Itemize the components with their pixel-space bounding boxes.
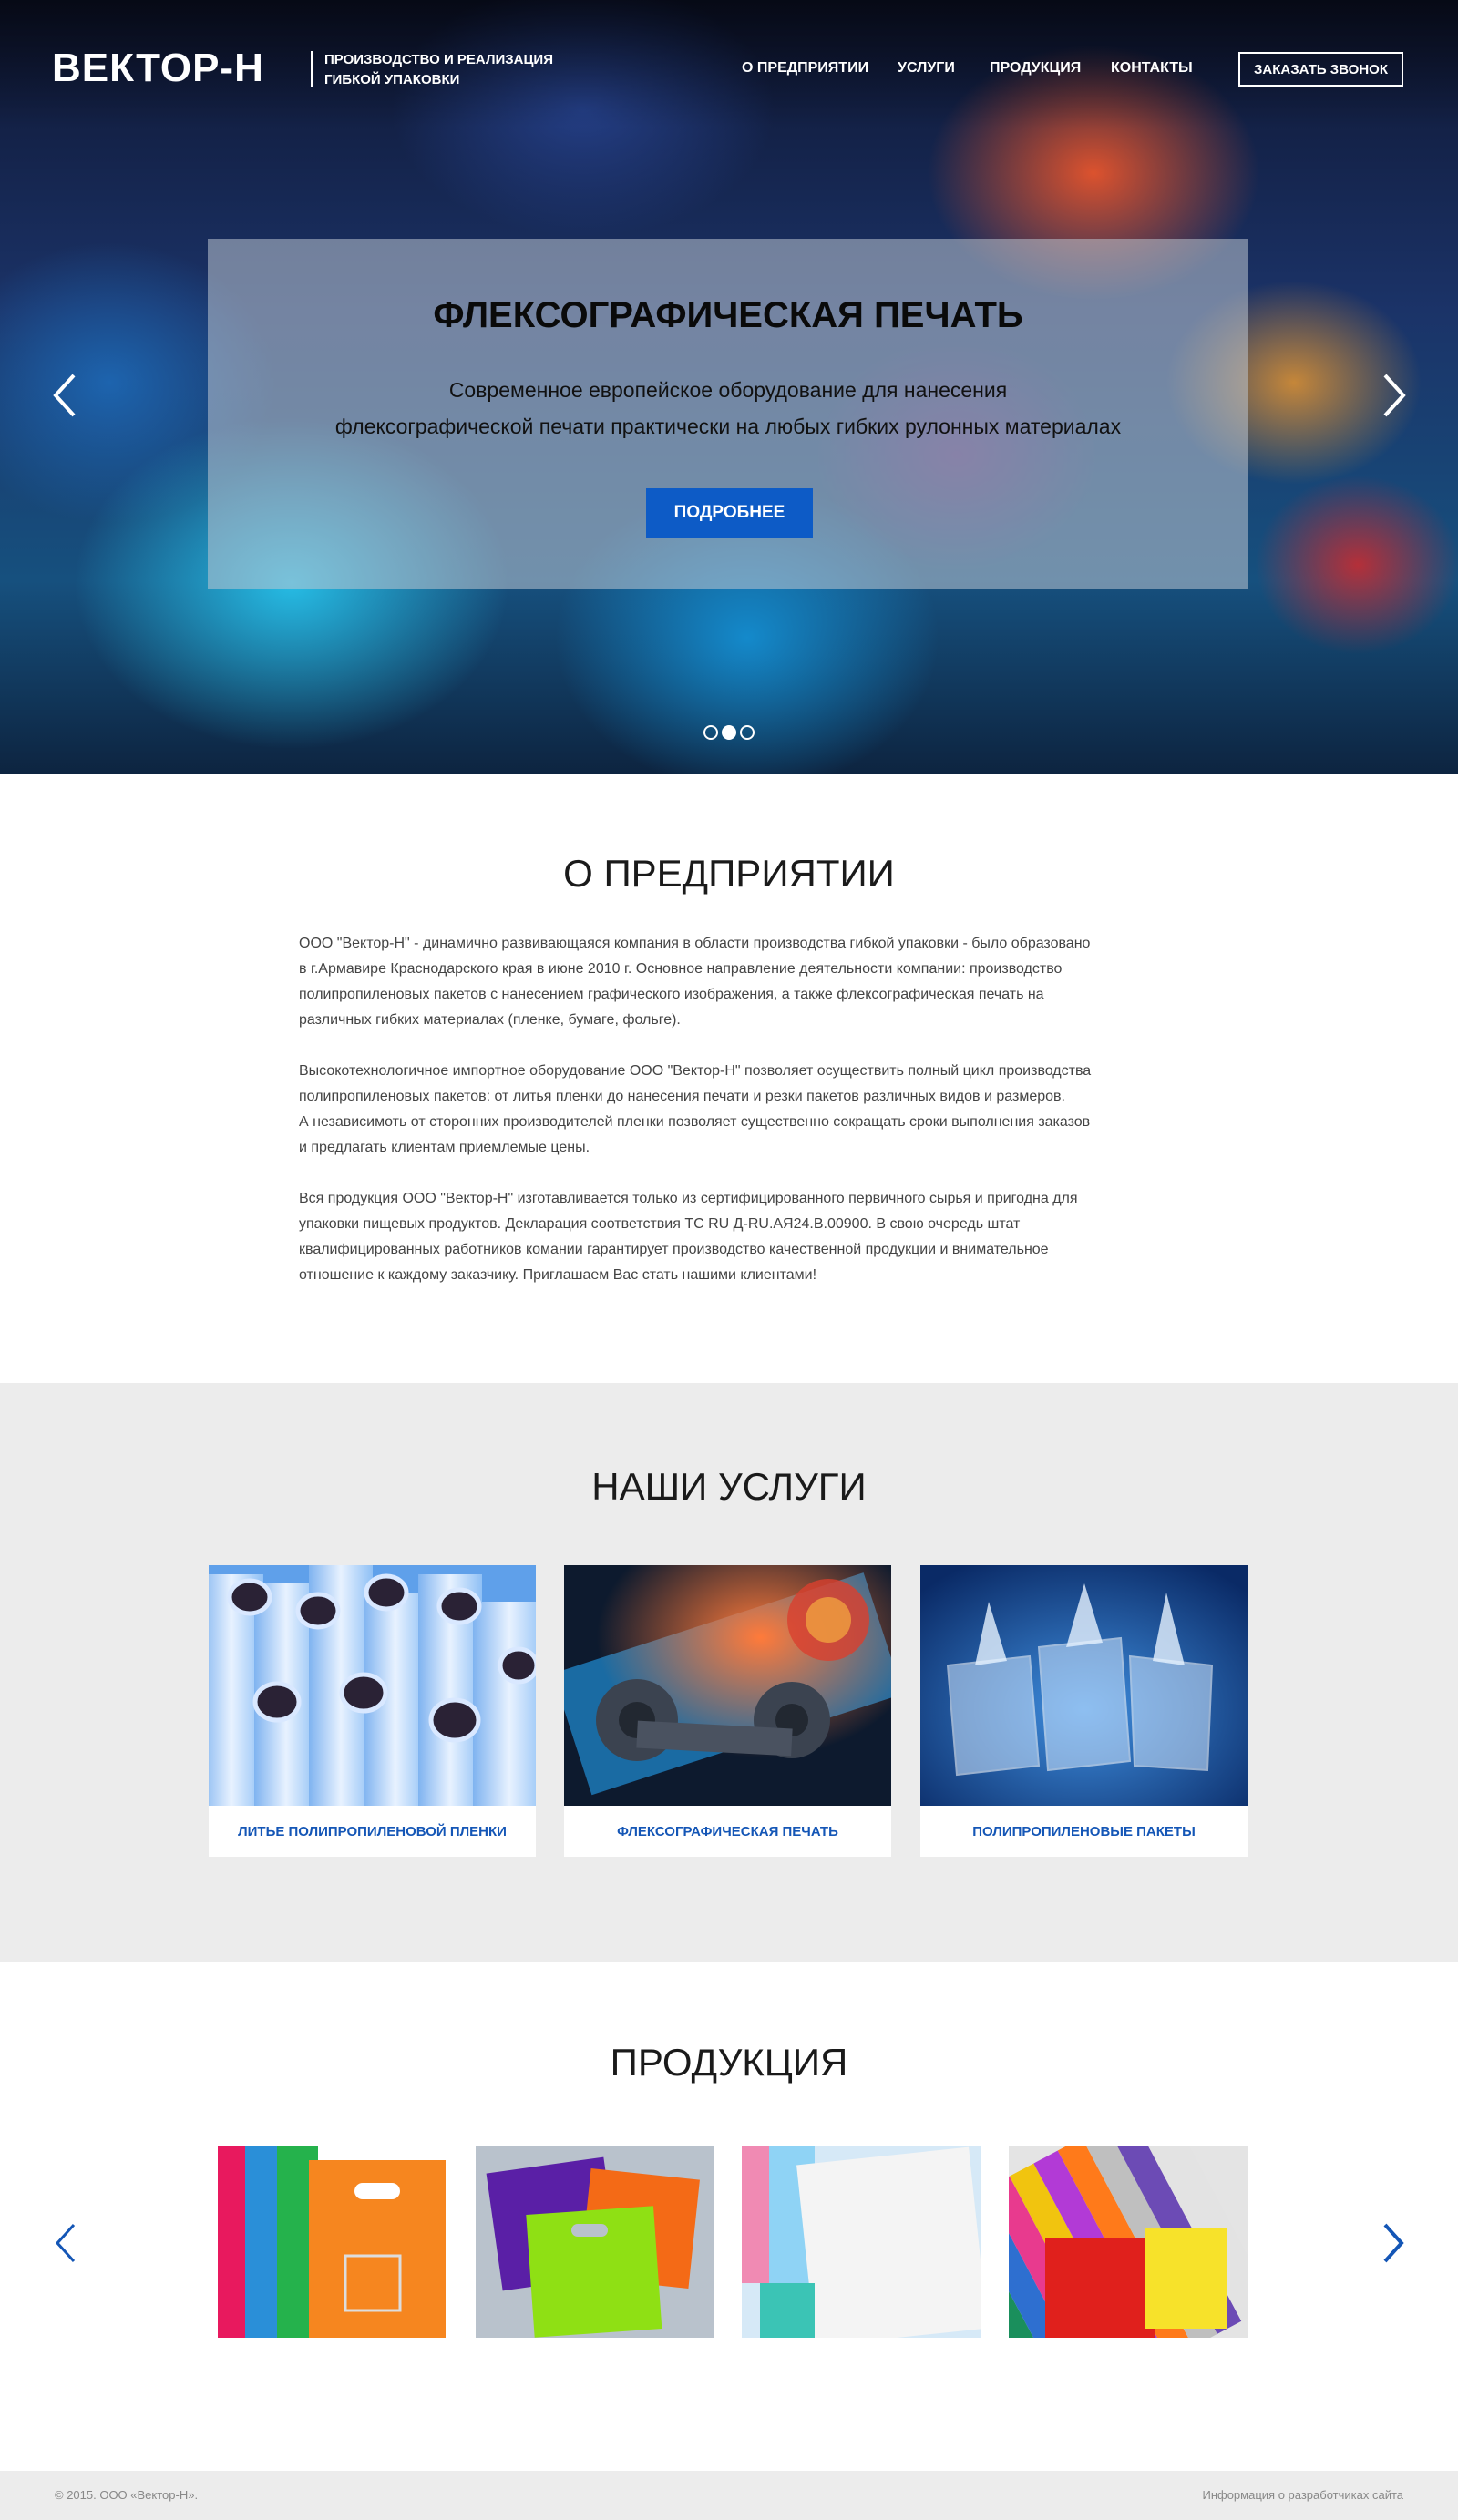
products-prev-arrow[interactable]	[48, 2218, 85, 2269]
slider-next-arrow[interactable]	[1374, 370, 1411, 421]
site-tagline: ПРОИЗВОДСТВО И РЕАЛИЗАЦИЯ ГИБКОЙ УПАКОВК…	[324, 50, 561, 90]
slide-caption-box: ФЛЕКСОГРАФИЧЕСКАЯ ПЕЧАТЬ Современное евр…	[208, 239, 1248, 589]
nav-item-about[interactable]: О ПРЕДПРИЯТИИ	[742, 60, 868, 77]
about-line: и предлагать клиентам приемлемые цены.	[299, 1140, 590, 1155]
about-line: ООО "Вектор-Н" - динамично развивающаяся…	[299, 936, 1091, 951]
slide-subtitle-line-1: Современное европейское оборудование для…	[448, 378, 1008, 402]
more-details-button[interactable]: ПОДРОБНЕЕ	[646, 488, 813, 538]
service-image-film	[209, 1565, 536, 1806]
nav-item-products[interactable]: ПРОДУКЦИЯ	[990, 60, 1081, 77]
about-title: О ПРЕДПРИЯТИИ	[563, 852, 895, 895]
about-line: полипропиленовых пакетов с нанесением гр…	[299, 987, 1044, 1002]
chevron-right-icon	[1383, 374, 1406, 417]
service-label-film: ЛИТЬЕ ПОЛИПРОПИЛЕНОВОЙ ПЛЕНКИ	[238, 1823, 507, 1839]
about-line: в г.Армавире Краснодарского края в июне …	[299, 961, 1063, 977]
about-line: квалифицированных работников комании гар…	[299, 1242, 1049, 1257]
service-card-film[interactable]: ЛИТЬЕ ПОЛИПРОПИЛЕНОВОЙ ПЛЕНКИ	[209, 1565, 536, 1857]
about-line: Вся продукция ООО "Вектор-Н" изготавлива…	[299, 1191, 1078, 1206]
developer-info-link[interactable]: Информация о разработчиках сайта	[1202, 2488, 1403, 2502]
slider-prev-arrow[interactable]	[48, 370, 85, 421]
product-item-2[interactable]	[476, 2146, 714, 2338]
about-line: упаковки пищевых продуктов. Декларация с…	[299, 1216, 1021, 1232]
slider-dot-3[interactable]	[740, 725, 755, 740]
footer-copyright: © 2015. ООО «Вектор-Н».	[55, 2488, 199, 2502]
about-line: отношение к каждому заказчику. Приглашае…	[299, 1267, 817, 1283]
chevron-left-icon	[55, 2223, 76, 2263]
site-footer: © 2015. ООО «Вектор-Н». Информация о раз…	[0, 2471, 1458, 2520]
slide-subtitle: Современное европейское оборудование для…	[262, 372, 1194, 445]
chevron-right-icon	[1383, 2223, 1404, 2263]
nav-item-contacts[interactable]: КОНТАКТЫ	[1111, 60, 1193, 77]
about-line: А независимоть от сторонних производител…	[299, 1114, 1091, 1130]
order-call-button[interactable]: ЗАКАЗАТЬ ЗВОНОК	[1238, 52, 1403, 87]
services-title: НАШИ УСЛУГИ	[591, 1465, 867, 1508]
hero-slider: ВЕКТОР-Н ПРОИЗВОДСТВО И РЕАЛИЗАЦИЯ ГИБКО…	[0, 0, 1458, 774]
products-next-arrow[interactable]	[1374, 2218, 1411, 2269]
slider-dot-2[interactable]	[722, 725, 736, 740]
about-paragraph-2: Высокотехнологичное импортное оборудован…	[299, 1059, 1159, 1161]
product-item-4[interactable]	[1009, 2146, 1248, 2338]
about-paragraph-3: Вся продукция ООО "Вектор-Н" изготавлива…	[299, 1186, 1159, 1288]
about-paragraph-1: ООО "Вектор-Н" - динамично развивающаяся…	[299, 931, 1159, 1033]
site-logo[interactable]: ВЕКТОР-Н	[52, 46, 264, 91]
slide-subtitle-line-2: флексографической печати практически на …	[334, 415, 1122, 438]
service-label-bags: ПОЛИПРОПИЛЕНОВЫЕ ПАКЕТЫ	[972, 1823, 1196, 1839]
product-item-1[interactable]	[209, 2146, 447, 2338]
about-text: ООО "Вектор-Н" - динамично развивающаяся…	[299, 931, 1159, 1314]
products-title: ПРОДУКЦИЯ	[610, 2041, 848, 2084]
service-card-printing[interactable]: ФЛЕКСОГРАФИЧЕСКАЯ ПЕЧАТЬ	[564, 1565, 891, 1857]
service-image-printing	[564, 1565, 891, 1806]
service-image-bags	[920, 1565, 1248, 1806]
about-line: Высокотехнологичное импортное оборудован…	[299, 1063, 1092, 1079]
about-line: различных гибких материалах (пленке, бум…	[299, 1012, 681, 1028]
tagline-line-2: ГИБКОЙ УПАКОВКИ	[324, 72, 460, 87]
nav-item-services[interactable]: УСЛУГИ	[898, 60, 955, 77]
service-label-printing: ФЛЕКСОГРАФИЧЕСКАЯ ПЕЧАТЬ	[617, 1823, 838, 1839]
logo-divider	[311, 51, 313, 87]
about-line: полипропиленовых пакетов: от литья пленк…	[299, 1089, 1065, 1104]
chevron-left-icon	[53, 374, 76, 417]
services-section: НАШИ УСЛУГИ ЛИТЬЕ ПОЛИПРОПИЛЕНОВОЙ ПЛЕНК…	[0, 1383, 1458, 1962]
slider-dots	[703, 725, 755, 740]
service-card-bags[interactable]: ПОЛИПРОПИЛЕНОВЫЕ ПАКЕТЫ	[920, 1565, 1248, 1857]
tagline-line-1: ПРОИЗВОДСТВО И РЕАЛИЗАЦИЯ	[324, 52, 553, 67]
slide-title: ФЛЕКСОГРАФИЧЕСКАЯ ПЕЧАТЬ	[433, 295, 1023, 335]
product-item-3[interactable]	[742, 2146, 981, 2338]
slider-dot-1[interactable]	[703, 725, 718, 740]
